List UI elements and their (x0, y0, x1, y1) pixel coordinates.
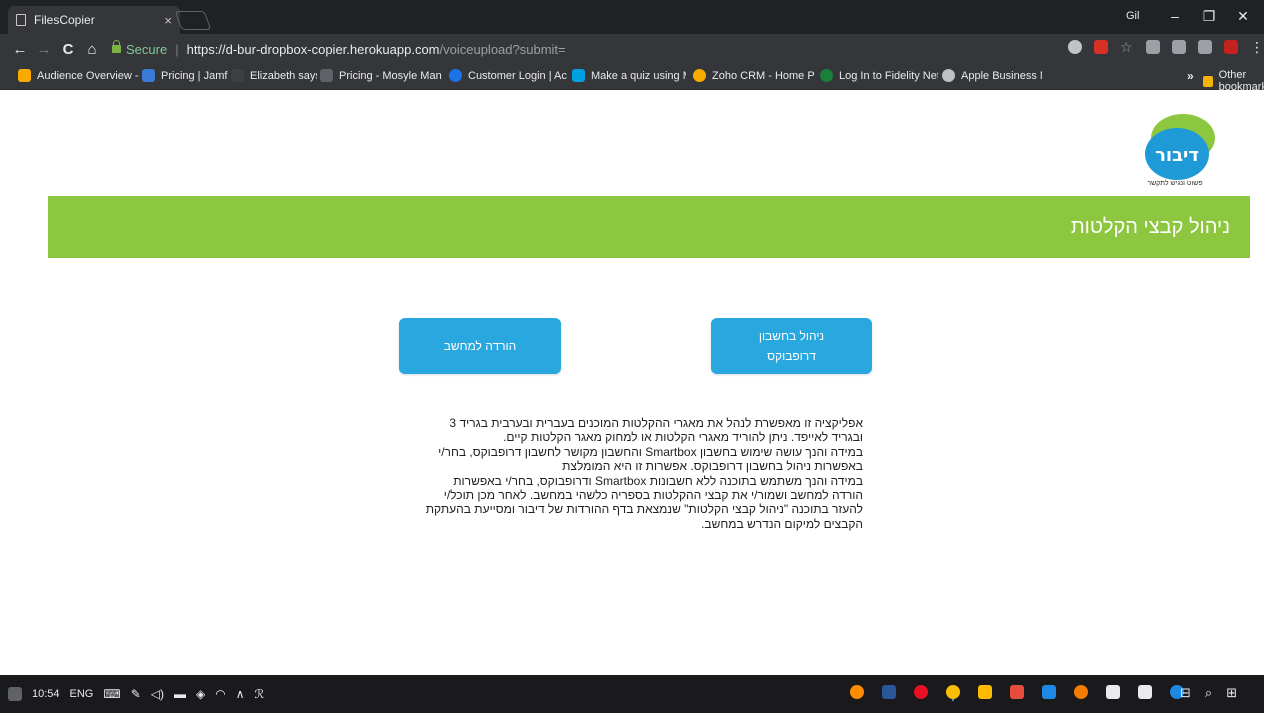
more-bookmarks-button[interactable]: » (1187, 69, 1194, 83)
description-line: אפליקציה זו מאפשרת לנהל את מאגרי ההקלטות… (449, 416, 863, 430)
store-icon[interactable] (1138, 685, 1152, 699)
system-buttons: ⊟ ⌕ ⊞ (1180, 685, 1237, 701)
folder-icon (1203, 75, 1213, 87)
bookmark-item[interactable]: Pricing | Jamf (142, 69, 234, 82)
close-window-button[interactable]: ✕ (1228, 5, 1258, 27)
reload-button[interactable]: C (56, 41, 80, 58)
bookmark-favicon-icon (693, 69, 706, 82)
search-icon[interactable]: ⌕ (1205, 685, 1212, 701)
word-icon[interactable] (882, 685, 896, 699)
task-view-icon[interactable]: ⊟ (1180, 685, 1191, 701)
app-icon-g[interactable] (1042, 685, 1056, 699)
description-line: במידה והנך עושה שימוש בחשבון Smartbox וה… (438, 444, 863, 459)
description-line: ובגריד לאייפד. ניתן להוריד מאגרי הקלטות … (503, 430, 863, 445)
search-app-icon[interactable] (1074, 685, 1088, 699)
bookmark-item[interactable]: Audience Overview - (18, 69, 143, 82)
bookmark-favicon-icon (449, 69, 462, 82)
description-line: הורדה למחשב ושמור/י את קבצי ההקלטות בספר… (443, 488, 863, 503)
tab-close-icon[interactable]: × (164, 13, 172, 28)
logo-text: דיבור (1155, 145, 1199, 166)
mail-icon[interactable] (1106, 685, 1120, 699)
description-line: להעזר בתוכנה "ניהול קבצי הקלטות" שנמצאת … (425, 502, 863, 517)
extension-icon-4[interactable] (1224, 40, 1238, 54)
volume-icon[interactable]: ◁) (151, 687, 164, 701)
bookmark-favicon-icon (231, 69, 244, 82)
bookmark-item[interactable]: Zoho CRM - Home P (693, 69, 815, 82)
minimize-button[interactable]: – (1160, 5, 1190, 27)
bookmark-favicon-icon (142, 69, 155, 82)
bookmark-item[interactable]: Pricing - Mosyle Man (320, 69, 460, 82)
pinned-apps (850, 685, 1184, 699)
drive-extension-icon[interactable] (1068, 40, 1082, 54)
address-bar[interactable]: Secure | https://d-bur-dropbox-copier.he… (112, 38, 1042, 60)
windows-start-icon[interactable]: ⊞ (1226, 685, 1237, 701)
page-title: ניהול קבצי הקלטות (1070, 215, 1230, 238)
chrome-menu-icon[interactable]: ⋮ (1250, 40, 1264, 54)
chevron-up-icon[interactable]: ∧ (236, 687, 245, 701)
page-banner: ניהול קבצי הקלטות (48, 196, 1250, 258)
description-text: אפליקציה זו מאפשרת לנהל את מאגרי ההקלטות… (410, 416, 863, 531)
pen-icon[interactable]: ✎ (131, 687, 141, 701)
forward-button[interactable]: → (32, 41, 56, 58)
secure-label: Secure (126, 41, 168, 57)
bookmark-favicon-icon (572, 69, 585, 82)
language-indicator[interactable]: ENG (70, 688, 94, 700)
address-separator: | (175, 41, 179, 57)
url-path: /voiceupload?submit= (439, 41, 566, 57)
bookmark-favicon-icon (942, 69, 955, 82)
description-line: באפשרות ניהול בחשבון דרופבוקס. אפשרות זו… (562, 459, 863, 474)
maximize-button[interactable]: ❐ (1194, 5, 1224, 27)
description-line: במידה והנך משתמש בתוכנה ללא חשבונות Smar… (453, 473, 863, 488)
bookmarks-bar: Audience Overview - Pricing | Jamf Eliza… (0, 64, 1264, 93)
bookmark-favicon-icon (320, 69, 333, 82)
battery-icon[interactable]: ▬ (174, 687, 186, 701)
wifi-icon[interactable]: ◠ (215, 687, 225, 701)
people-icon[interactable]: ℛ (255, 687, 265, 701)
back-button[interactable]: ← (8, 41, 32, 58)
dibur-logo: דיבור (1145, 114, 1215, 180)
taskbar: 10:54 ENG ⌨ ✎ ◁) ▬ ◈ ◠ ∧ ℛ ⊟ ⌕ ⊞ (0, 675, 1264, 713)
bookmark-item[interactable]: Apple Business Manag (942, 69, 1042, 82)
bookmark-favicon-icon (820, 69, 833, 82)
description-line: הקבצים למיקום הנדרש במחשב. (701, 516, 863, 531)
browser-tab[interactable]: FilesCopier × (8, 6, 180, 34)
action-center-icon[interactable] (8, 687, 22, 701)
browser-toolbar: ← → C ⌂ Secure | https://d-bur-dropbox-c… (0, 34, 1264, 64)
network-icon[interactable]: ◈ (196, 687, 205, 701)
clock[interactable]: 10:54 (32, 688, 60, 700)
profile-name[interactable]: Gil (1126, 10, 1139, 22)
url-host: https://d-bur-dropbox-copier.herokuapp.c… (186, 41, 440, 57)
chrome-icon[interactable] (946, 685, 960, 699)
bookmark-item[interactable]: Make a quiz using M (572, 69, 686, 82)
home-button[interactable]: ⌂ (80, 41, 104, 58)
keyboard-icon[interactable]: ⌨ (103, 687, 120, 701)
extension-icon-2[interactable] (1172, 40, 1186, 54)
bookmark-item[interactable]: Elizabeth says... (231, 69, 317, 82)
system-tray: 10:54 ENG ⌨ ✎ ◁) ▬ ◈ ◠ ∧ ℛ (8, 687, 264, 701)
browser-titlebar: FilesCopier × Gil – ❐ ✕ (0, 0, 1264, 34)
logo-tagline: פשוט ונגיש לתקשר (1147, 180, 1203, 187)
extension-icons: ☆ ⋮ (1068, 40, 1264, 54)
extension-icon-3[interactable] (1198, 40, 1212, 54)
new-tab-button[interactable] (174, 11, 212, 30)
app-icon-orange[interactable] (850, 685, 864, 699)
app-icon-s[interactable] (1010, 685, 1024, 699)
tab-title: FilesCopier (34, 13, 95, 27)
manage-dropbox-button[interactable]: ניהול בחשבון דרופבוקס (711, 318, 872, 374)
app-icon-red[interactable] (914, 685, 928, 699)
lock-icon (112, 40, 121, 53)
bookmark-item[interactable]: Customer Login | Act (449, 69, 567, 82)
extension-icon-1[interactable] (1146, 40, 1160, 54)
download-to-computer-button[interactable]: הורדה למחשב (399, 318, 561, 374)
bookmark-favicon-icon (18, 69, 31, 82)
file-explorer-icon[interactable] (978, 685, 992, 699)
page-content: דיבור פשוט ונגיש לתקשר ניהול קבצי הקלטות… (0, 90, 1264, 675)
bookmark-star-icon[interactable]: ☆ (1120, 40, 1134, 54)
pdf-extension-icon[interactable] (1094, 40, 1108, 54)
document-icon (16, 14, 26, 26)
bookmark-item[interactable]: Log In to Fidelity Net (820, 69, 938, 82)
